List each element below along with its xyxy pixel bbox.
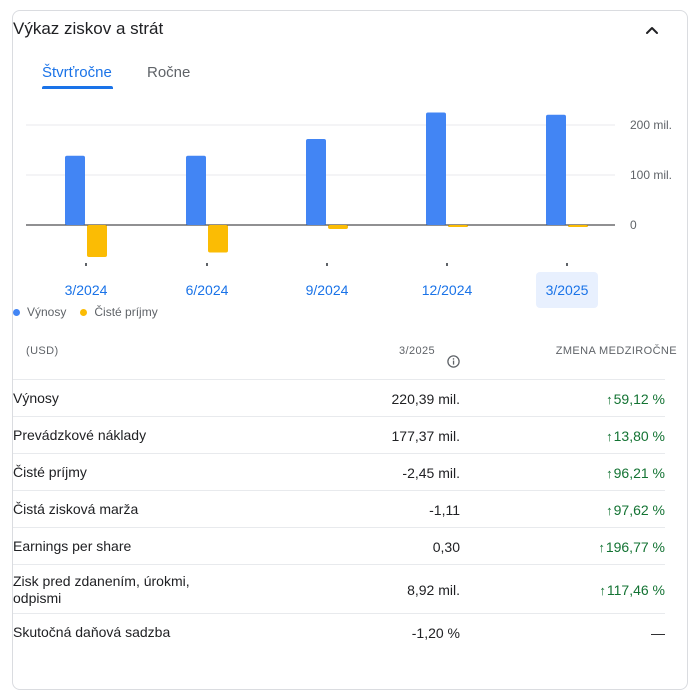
arrow-up-icon: ↑ [606, 503, 613, 518]
income-chart: 200 mil. 100 mil. 0 [26, 112, 672, 266]
row-change: ↑96,21 % [606, 465, 665, 481]
row-value: -2,45 mil. [402, 465, 460, 481]
revenue-bar [426, 112, 446, 225]
change-value: 117,46 % [606, 582, 665, 598]
net-income-bar [328, 225, 348, 229]
y-tick-label: 0 [630, 218, 637, 232]
row-change: ↑13,80 % [606, 428, 665, 444]
row-change: ↑117,46 % [599, 582, 665, 598]
table-row: Zisk pred zdanením, úrokmi, odpismi 8,92 … [13, 564, 665, 614]
x-tick-mark [326, 263, 328, 266]
row-change: — [651, 625, 665, 641]
x-tick-mark [206, 263, 208, 266]
yoy-change-header: ZMENA MEDZIROČNE [555, 345, 677, 357]
period-3-2025[interactable]: 3/2025 [536, 272, 598, 308]
currency-header: (USD) [26, 345, 59, 357]
table-row: Prevádzkové náklady 177,37 mil. ↑13,80 % [13, 416, 665, 454]
net-income-bar [208, 225, 228, 253]
net-income-bar [448, 225, 468, 227]
legend-dot-net-income [80, 308, 88, 316]
arrow-up-icon: ↑ [598, 540, 605, 555]
row-change: ↑196,77 % [598, 539, 665, 555]
row-value: 220,39 mil. [391, 391, 460, 407]
arrow-up-icon: ↑ [599, 583, 606, 598]
period-9-2024[interactable]: 9/2024 [296, 272, 358, 308]
change-value: 96,21 % [613, 465, 665, 481]
row-value: 177,37 mil. [391, 428, 460, 444]
info-icon[interactable] [447, 355, 460, 368]
table-row: Earnings per share 0,30 ↑196,77 % [13, 527, 665, 565]
revenue-bar [546, 114, 566, 225]
change-value: 59,12 % [613, 391, 665, 407]
row-label: Skutočná daňová sadzba [13, 624, 171, 640]
period-3-2024[interactable]: 3/2024 [55, 272, 117, 308]
revenue-bar [65, 155, 85, 225]
row-label: Výnosy [13, 390, 59, 406]
y-tick-label: 100 mil. [630, 168, 672, 182]
change-value: 97,62 % [613, 502, 665, 518]
y-tick-label: 200 mil. [630, 118, 672, 132]
x-tick-mark [85, 263, 87, 266]
arrow-up-icon: ↑ [606, 429, 613, 444]
revenue-bar [306, 139, 326, 225]
row-change: ↑97,62 % [606, 502, 665, 518]
x-tick-mark [566, 263, 568, 266]
legend-label-net-income: Čisté príjmy [94, 305, 158, 319]
arrow-up-icon: ↑ [606, 392, 613, 407]
chart-legend: Výnosy Čisté príjmy [13, 305, 172, 319]
table-row: Skutočná daňová sadzba -1,20 % — [13, 613, 665, 651]
row-value: -1,20 % [411, 625, 460, 641]
row-label: Zisk pred zdanením, úrokmi, odpismi [13, 573, 190, 606]
row-change: ↑59,12 % [606, 391, 665, 407]
table-row: Výnosy 220,39 mil. ↑59,12 % [13, 379, 665, 417]
row-label: Čistá zisková marža [13, 501, 139, 517]
x-tick-mark [446, 263, 448, 266]
legend-label-revenue: Výnosy [27, 305, 67, 319]
arrow-up-icon: ↑ [606, 466, 613, 481]
table-row: Čisté príjmy -2,45 mil. ↑96,21 % [13, 453, 665, 491]
row-value: -1,11 [429, 502, 460, 518]
period-6-2024[interactable]: 6/2024 [176, 272, 238, 308]
change-value: 13,80 % [613, 428, 665, 444]
net-income-bar [568, 225, 588, 227]
legend-item-net-income: Čisté príjmy [80, 305, 158, 319]
net-income-bar [87, 225, 107, 257]
row-label: Čisté príjmy [13, 464, 87, 480]
row-label: Prevádzkové náklady [13, 427, 147, 443]
row-value: 0,30 [432, 539, 460, 555]
table-row: Čistá zisková marža -1,11 ↑97,62 % [13, 490, 665, 528]
row-value: 8,92 mil. [407, 582, 460, 598]
period-12-2024[interactable]: 12/2024 [416, 272, 478, 308]
change-value: 196,77 % [605, 539, 665, 555]
revenue-bar [186, 155, 206, 225]
legend-item-revenue: Výnosy [13, 305, 66, 319]
change-value: — [651, 625, 665, 641]
row-label: Earnings per share [13, 538, 132, 554]
legend-dot-revenue [13, 308, 20, 316]
period-header: 3/2025 [399, 345, 436, 357]
